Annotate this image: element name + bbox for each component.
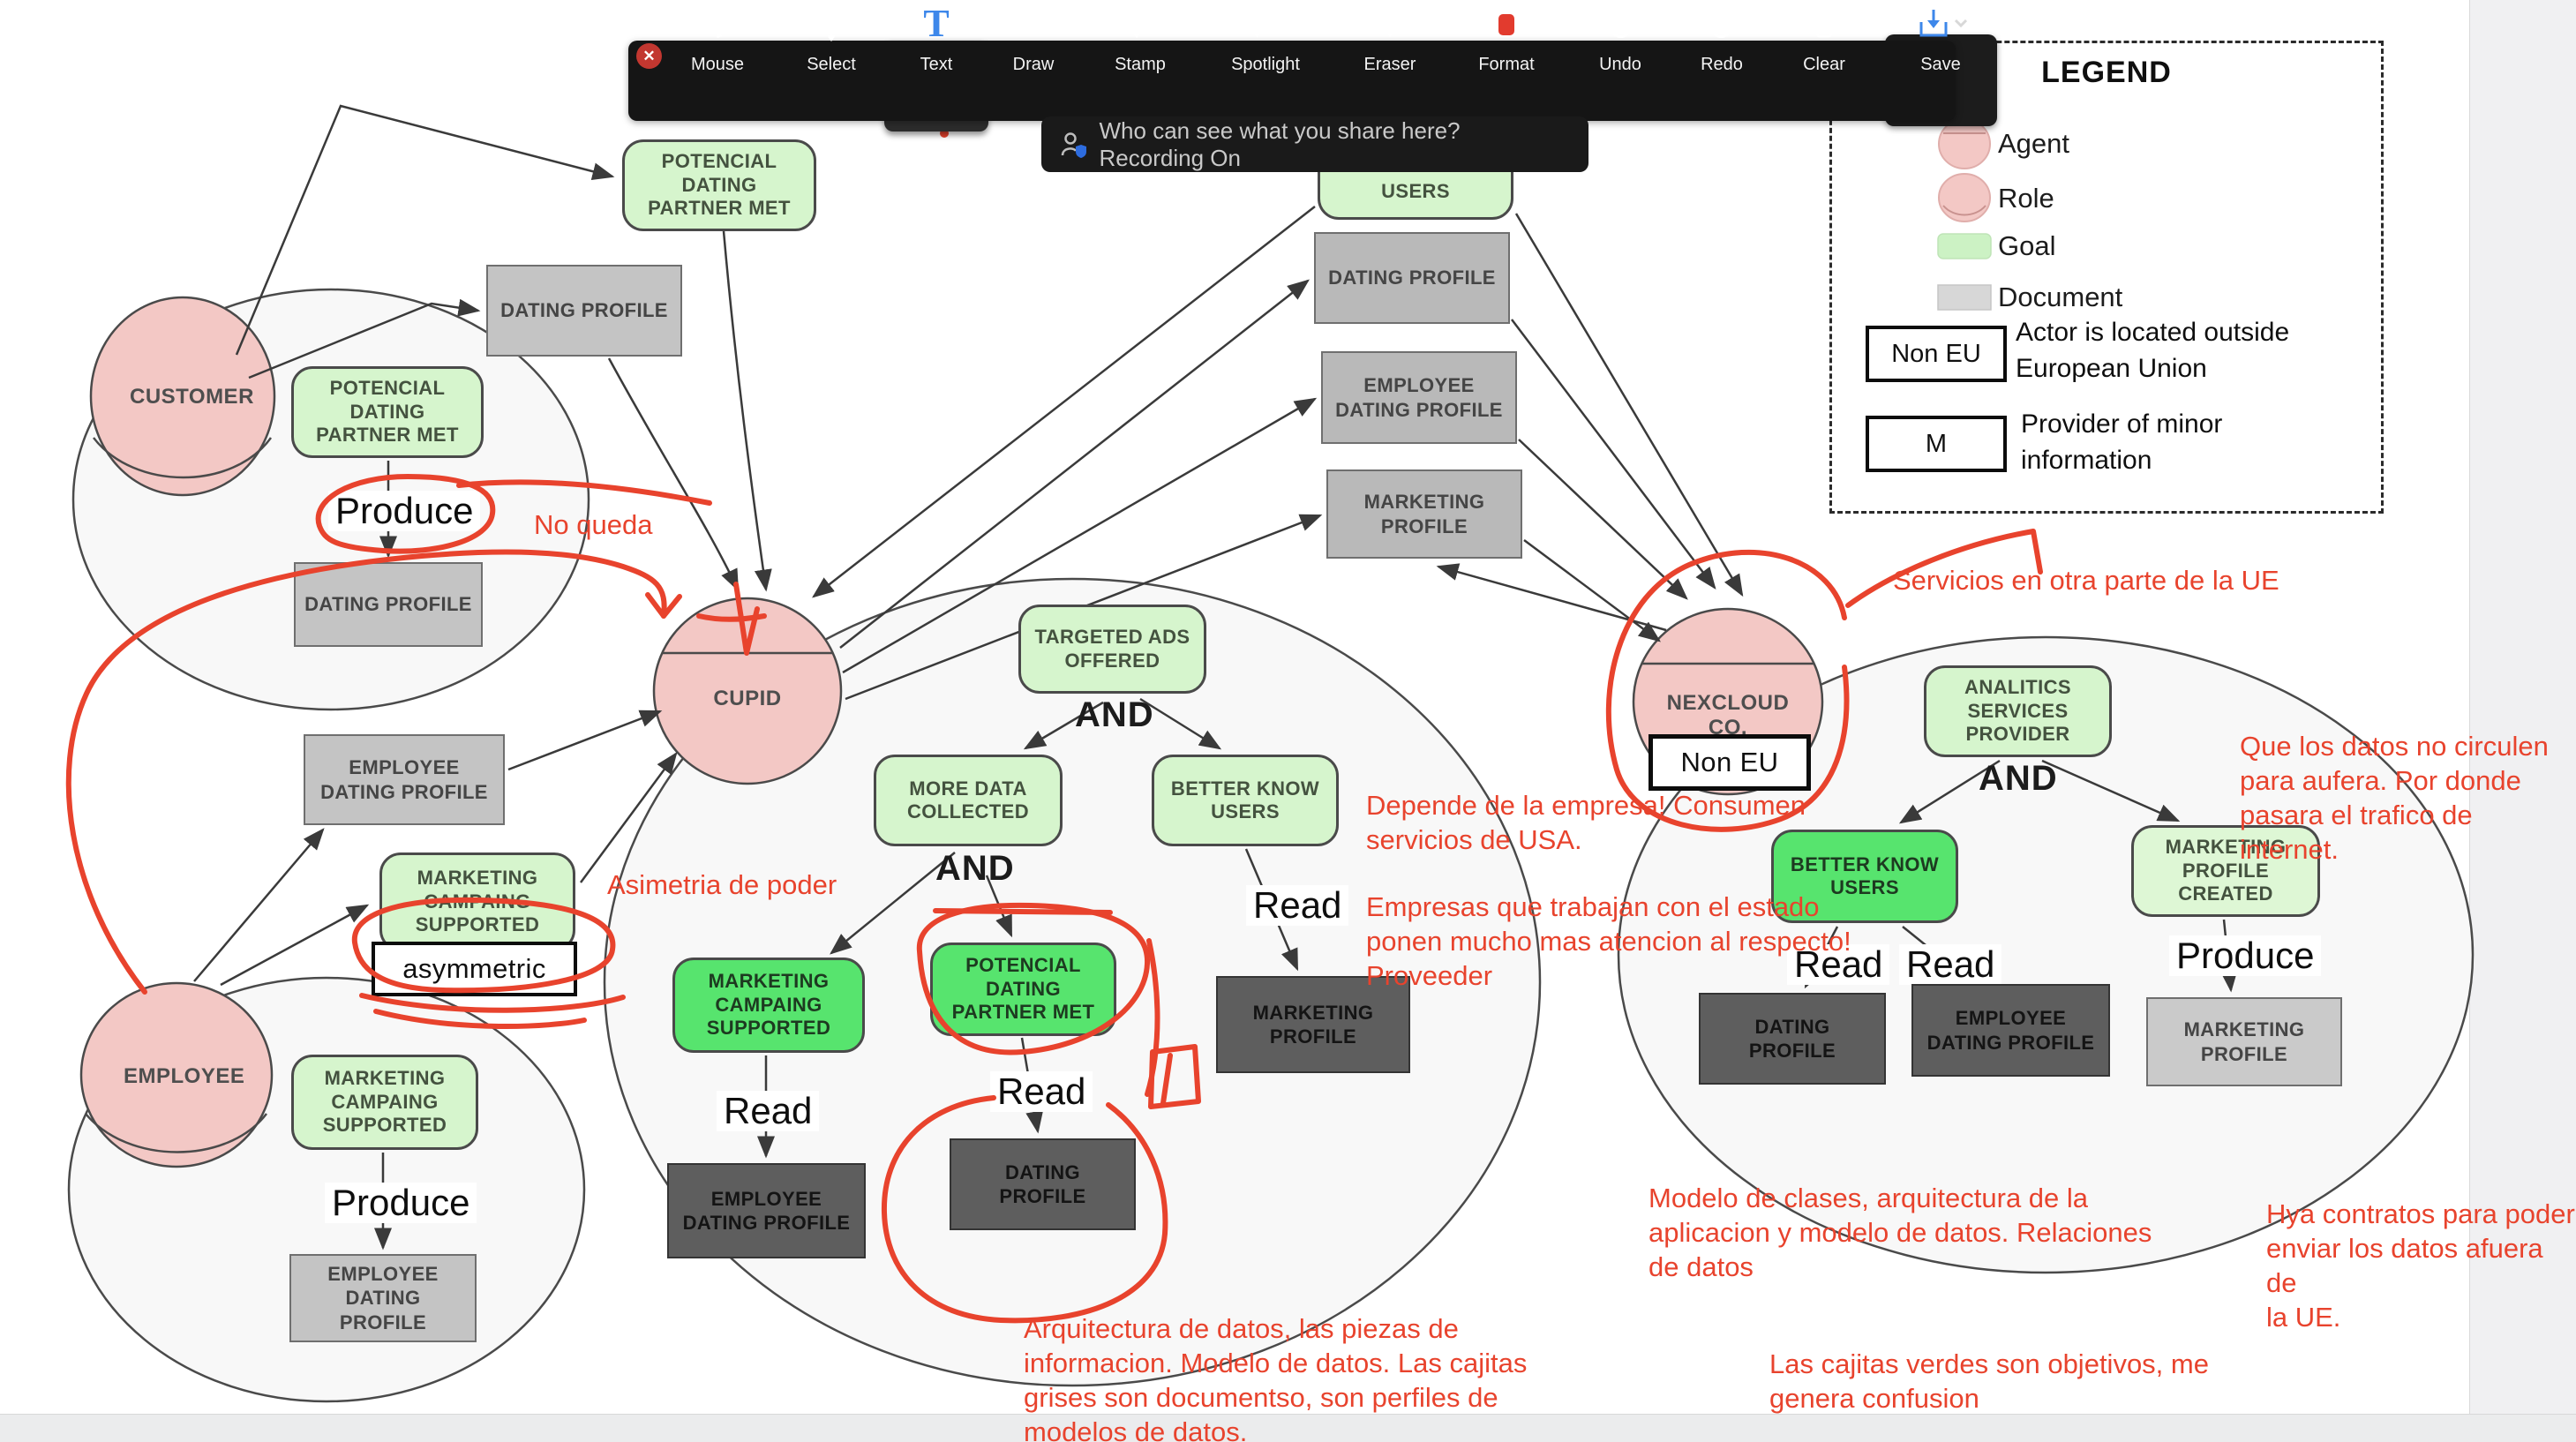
relation-read-central-bottom: Read [990,1071,1093,1112]
label-non-eu: Non EU [1648,734,1811,791]
toolbar-format-button[interactable]: Format [1455,4,1558,75]
document-dating-profile-customer: DATING PROFILE [294,562,483,647]
toolbar-clear-button[interactable]: Clear [1773,4,1875,75]
annotation-arquitectura: Arquitectura de datos, las piezas de inf… [1024,1311,1527,1442]
annotation-modelo: Modelo de clases, arquitectura de la apl… [1648,1181,2152,1284]
legend-non-eu-box: Non EU [1866,326,2007,382]
annotation-hya: Hya contratos para poder enviar los dato… [2266,1197,2576,1334]
document-employee-dating-profile-employee: EMPLOYEE DATING PROFILE [289,1254,477,1342]
annotation-que-los-datos: Que los datos no circulen para aufera. P… [2240,729,2576,867]
relation-and-central-top: AND [1075,695,1154,735]
document-employee-dating-profile-left: EMPLOYEE DATING PROFILE [304,734,505,825]
legend-role-label: Role [1998,183,2054,214]
mouse-cursor-icon [702,4,732,41]
toolbar-redo-button[interactable]: Redo [1671,4,1773,75]
actor-cupid: CUPID [695,687,800,711]
relation-read-central-right: Read [1246,885,1348,926]
toolbar-eraser-button[interactable]: Eraser [1339,4,1441,75]
annotation-no-queda: No queda [534,507,652,542]
spotlight-wand-icon [1249,4,1282,41]
annotation-depende: Depende de la empresa! Consumen servicio… [1366,788,1806,857]
relation-produce-employee: Produce [325,1183,477,1223]
undo-arrow-icon [1604,4,1636,41]
relation-read-central-left: Read [717,1091,819,1131]
toolbar-select-button[interactable]: Select [780,4,882,75]
relation-read-right-2: Read [1899,944,2001,985]
toolbar-undo-button[interactable]: Undo [1569,4,1671,75]
goal-marketing-campaing-supported-employee: MARKETING CAMPAING SUPPORTED [291,1055,478,1150]
toolbar-stamp-button[interactable]: Stamp [1089,4,1191,75]
goal-marketing-campaing-supported-left: MARKETING CAMPAING SUPPORTED [379,852,575,951]
goal-potencial-dating-partner-met-central: POTENCIAL DATING PARTNER MET [930,943,1116,1036]
toolbar-spotlight-button[interactable]: Spotlight [1214,4,1317,75]
document-symbol-icon [1936,280,1993,315]
toolbar-mouse-button[interactable]: Mouse [666,4,769,75]
goal-marketing-campaing-supported-central: MARKETING CAMPAING SUPPORTED [672,958,865,1053]
text-tool-icon: T [923,4,949,41]
legend-goal-label: Goal [1998,230,2055,262]
document-marketing-profile-column: MARKETING PROFILE [1326,469,1522,559]
draw-wave-icon [1016,4,1051,41]
format-color-icon [1491,4,1521,41]
relation-and-right: AND [1979,759,2058,799]
privacy-tooltip[interactable]: Who can see what you share here? Recordi… [1041,116,1588,172]
legend-m-box: M [1866,416,2007,472]
legend-m-desc: Provider of minor information [2021,407,2222,478]
document-employee-dating-profile-right: EMPLOYEE DATING PROFILE [1911,984,2110,1077]
goal-better-know-users-central: BETTER KNOW USERS [1152,755,1339,846]
annotation-cajitas: Las cajitas verdes son objetivos, me gen… [1769,1347,2209,1416]
document-dating-profile-central: DATING PROFILE [950,1138,1136,1230]
toolbar-draw-button[interactable]: Draw [982,4,1085,75]
role-symbol-icon [1936,172,1993,225]
document-marketing-profile-right: MARKETING PROFILE [2146,997,2342,1086]
shared-screen-canvas: CUSTOMER POTENCIAL DATING PARTNER MET DA… [0,0,2576,1442]
document-employee-dating-profile-central: EMPLOYEE DATING PROFILE [667,1163,866,1258]
label-asymmetric: asymmetric [372,942,577,996]
goal-potencial-dating-partner-met-customer: POTENCIAL DATING PARTNER MET [291,366,484,458]
annotation-empresas: Empresas que trabajan con el estado pone… [1366,890,1851,993]
privacy-tooltip-text: Who can see what you share here? Recordi… [1100,117,1571,172]
annotation-servicios: Servicios en otra parte de la UE [1893,563,2279,597]
actor-nexcloud: NEXCLOUD CO. [1657,691,1799,740]
trash-icon [1809,4,1839,41]
document-employee-dating-profile-column: EMPLOYEE DATING PROFILE [1321,351,1517,444]
move-select-icon [815,4,848,41]
eraser-icon [1374,4,1406,41]
goal-symbol-icon [1936,229,1993,264]
relation-and-central-mid: AND [935,849,1015,889]
relation-produce-right: Produce [2169,935,2321,976]
redo-arrow-icon [1706,4,1738,41]
document-dating-profile-column: DATING PROFILE [1314,232,1510,324]
toolbar-text-button[interactable]: T Text [885,4,988,75]
checkmark-stamp-icon [1124,4,1156,41]
toolbar-save-button[interactable]: Save [1889,4,1992,75]
actor-employee: EMPLOYEE [124,1064,229,1089]
goal-more-data-collected: MORE DATA COLLECTED [874,755,1063,846]
goal-analitics-services-provider: ANALITICS SERVICES PROVIDER [1924,665,2112,757]
privacy-person-shield-icon [1059,130,1087,160]
actor-customer: CUSTOMER [130,385,236,409]
document-dating-profile-topleft: DATING PROFILE [486,265,682,357]
annotation-asimetria: Asimetria de poder [607,867,837,902]
legend-document-label: Document [1998,282,2122,313]
legend-agent-label: Agent [1998,128,2069,160]
close-toolbar-button[interactable]: ✕ [636,43,662,69]
legend-non-eu-desc: Actor is located outside European Union [2016,315,2289,387]
goal-targeted-ads-offered: TARGETED ADS OFFERED [1018,605,1206,694]
save-download-icon [1914,6,1967,41]
chevron-down-icon [1956,20,1966,26]
document-dating-profile-right: DATING PROFILE [1699,993,1886,1085]
goal-potencial-dating-partner-met-top: POTENCIAL DATING PARTNER MET [622,139,816,231]
relation-produce-customer: Produce [328,491,480,531]
